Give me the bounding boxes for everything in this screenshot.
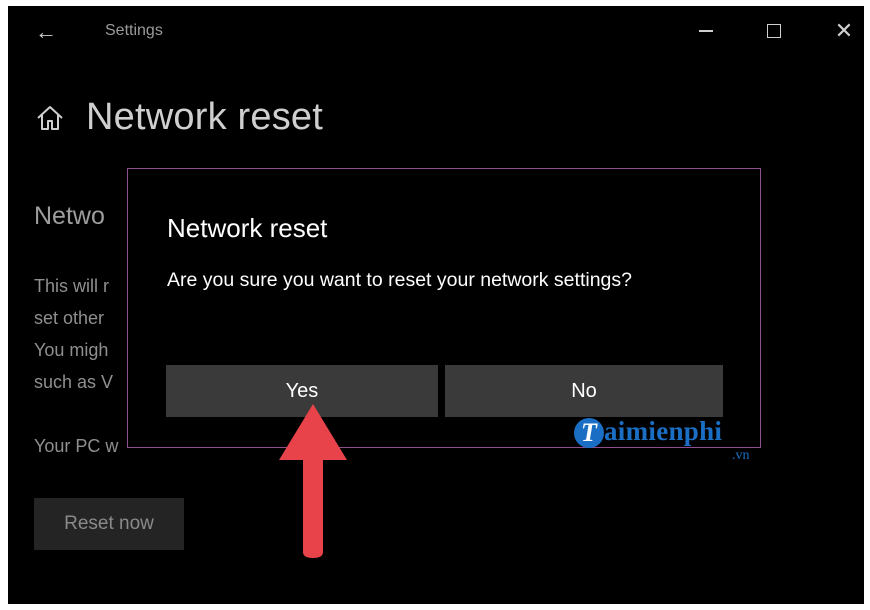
red-arrow-icon [279, 404, 347, 558]
restart-note: Your PC w [34, 436, 119, 456]
title-bar: ← Settings ✕ [8, 6, 864, 56]
minimize-button[interactable] [686, 16, 726, 46]
dialog-message: Are you sure you want to reset your netw… [167, 269, 632, 291]
back-button[interactable]: ← [32, 18, 60, 46]
watermark-brand: aimienphi [604, 416, 723, 446]
page-title: Network reset [86, 96, 324, 138]
section-title: Netwo [34, 202, 105, 230]
maximize-button[interactable] [754, 16, 794, 46]
close-button[interactable]: ✕ [824, 16, 864, 46]
watermark-logo-icon: T [574, 418, 604, 448]
app-title: Settings [105, 22, 163, 39]
watermark: T aimienphi .vn [574, 416, 774, 476]
dialog-title: Network reset [167, 213, 328, 243]
home-icon [37, 105, 63, 130]
minimize-icon [699, 30, 713, 32]
close-icon: ✕ [834, 18, 854, 43]
no-button[interactable]: No [445, 365, 723, 417]
maximize-icon [767, 24, 781, 38]
settings-window: ← Settings ✕ Network reset Netwo This wi… [8, 6, 864, 604]
page-header: Network reset [34, 96, 323, 139]
back-arrow-icon: ← [35, 19, 57, 44]
reset-now-button[interactable]: Reset now [34, 498, 184, 550]
network-reset-dialog: Network reset Are you sure you want to r… [127, 168, 761, 448]
watermark-suffix: .vn [732, 448, 750, 463]
